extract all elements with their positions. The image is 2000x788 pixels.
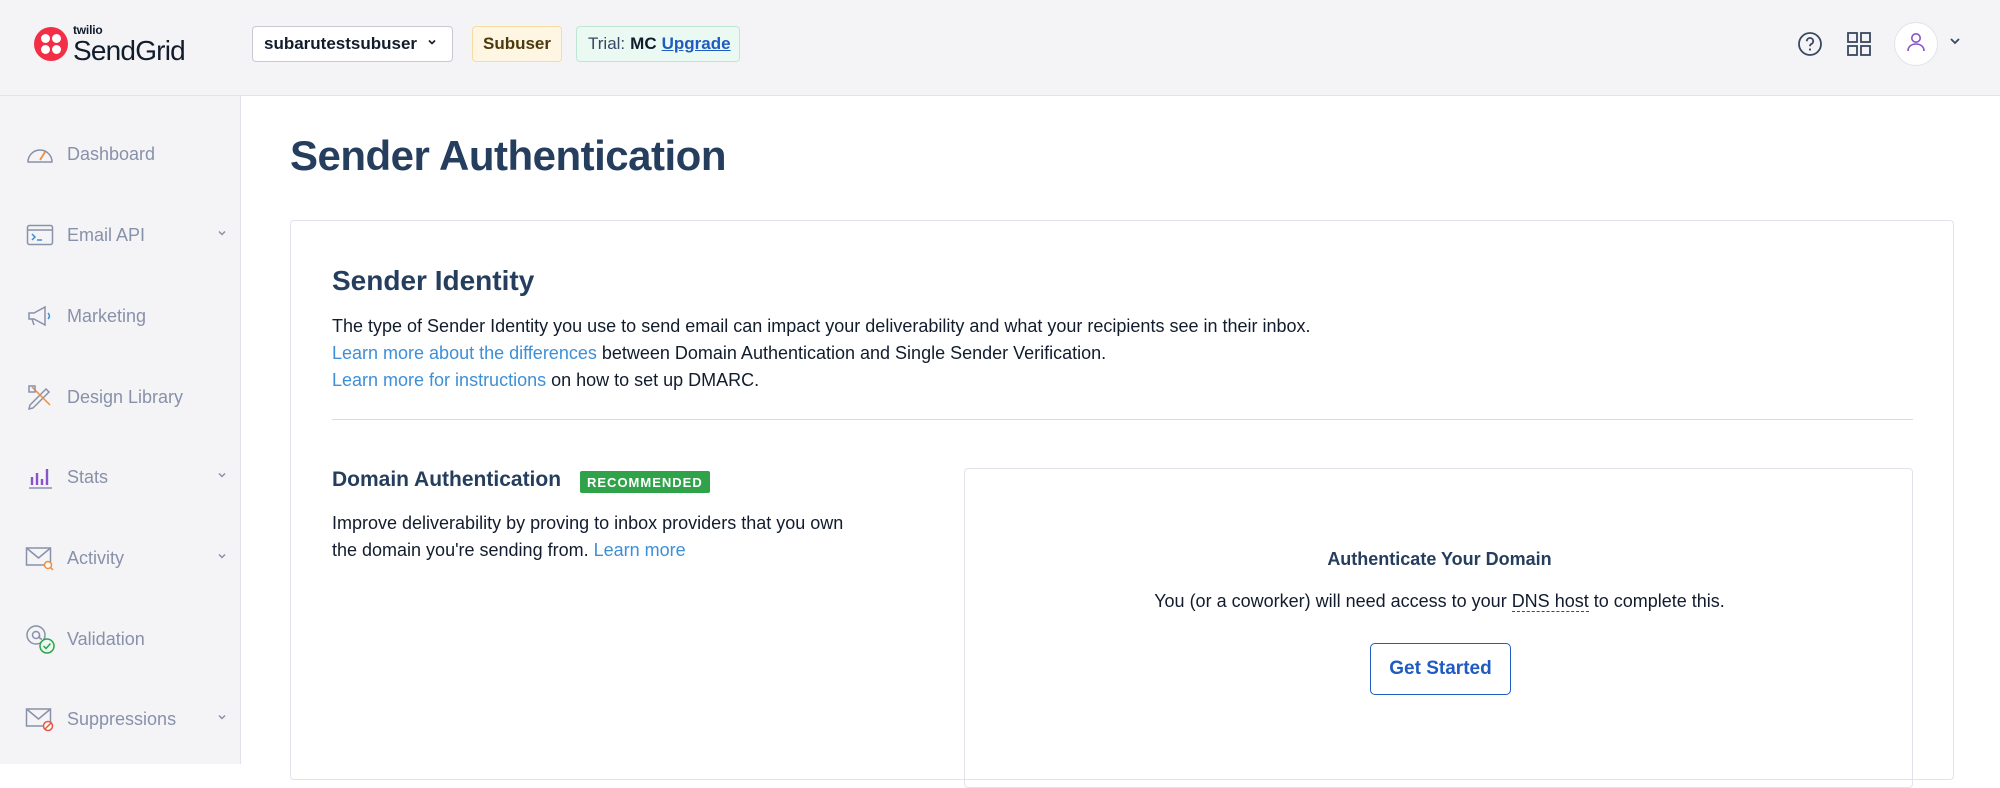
sidebar-item-dashboard[interactable]: Dashboard [0,124,240,184]
intro-line-2: Learn more about the differences between… [332,340,1311,367]
email-api-icon [24,219,56,251]
trial-badge: Trial: MC Upgrade [576,26,740,62]
sidebar-item-label: Activity [67,547,125,568]
recommended-badge: RECOMMENDED [580,471,710,493]
sidebar-item-stats[interactable]: Stats [0,447,240,507]
chevron-down-icon [216,468,228,486]
auth-sub-before: You (or a coworker) will need access to … [1154,591,1512,611]
upgrade-link[interactable]: Upgrade [662,34,731,54]
domain-authentication-description: Improve deliverability by proving to inb… [332,510,852,564]
app-switcher-icon[interactable] [1843,28,1875,60]
chevron-down-icon[interactable] [1948,34,1962,53]
page-title: Sender Authentication [290,132,726,179]
design-icon [24,381,56,413]
twilio-logo-icon [34,27,68,61]
sender-identity-card: Sender Identity The type of Sender Ident… [290,220,1954,788]
sidebar-item-label: Email API [67,224,146,245]
chevron-down-icon [216,710,228,728]
authenticate-domain-title: Authenticate Your Domain [1327,549,1552,569]
stats-icon [24,461,56,493]
sidebar-item-label: Design Library [67,386,184,407]
sender-identity-intro: The type of Sender Identity you use to s… [332,313,1311,394]
chevron-down-icon [426,36,438,51]
intro-line-2-text: between Domain Authentication and Single… [596,343,1107,363]
get-started-button[interactable]: Get Started [1370,643,1511,695]
trial-label: Trial: [588,34,626,53]
divider [332,419,1913,420]
user-icon [1905,31,1927,58]
help-icon[interactable] [1794,28,1826,60]
auth-sub-after: to complete this. [1588,591,1725,611]
sidebar-item-label: Stats [67,466,109,487]
learn-more-link[interactable]: Learn more [594,540,686,560]
user-avatar[interactable] [1894,22,1938,66]
sidebar: Dashboard Email API Marketing Design Lib… [0,96,241,764]
account-name: subarutestsubuser [264,34,418,53]
chevron-down-icon [216,549,228,567]
domain-authentication-title: Domain Authentication [332,468,562,491]
megaphone-icon [24,300,56,332]
sidebar-item-label: Dashboard [67,143,156,164]
sidebar-item-suppressions[interactable]: Suppressions [0,689,240,749]
intro-line-3-text: on how to set up DMARC. [546,370,760,390]
authenticate-domain-box: Authenticate Your Domain You (or a cowor… [964,468,1913,788]
intro-line-3: Learn more for instructions on how to se… [332,367,1311,394]
domain-desc-text: Improve deliverability by proving to inb… [332,513,844,560]
sidebar-item-label: Marketing [67,305,147,326]
dashboard-icon [24,138,56,170]
sidebar-item-activity[interactable]: Activity [0,528,240,588]
sidebar-item-marketing[interactable]: Marketing [0,286,240,346]
logo-twilio-text: twilio [73,22,103,37]
chevron-down-icon [216,226,228,244]
suppressions-icon [24,703,56,735]
sidebar-item-label: Suppressions [67,708,177,729]
sidebar-item-email-api[interactable]: Email API [0,205,240,265]
section-title: Sender Identity [332,265,535,296]
account-selector[interactable]: subarutestsubuser [252,26,453,62]
sidebar-item-validation[interactable]: Validation [0,609,240,669]
top-bar: twilio SendGrid subarutestsubuser Subuse… [0,0,2000,96]
learn-instructions-link[interactable]: Learn more for instructions [332,370,546,390]
dns-host-tooltip[interactable]: DNS host [1511,591,1589,612]
sidebar-item-label: Validation [67,628,145,649]
authenticate-domain-subtitle: You (or a coworker) will need access to … [965,591,1914,612]
sidebar-item-design-library[interactable]: Design Library [0,367,240,427]
sendgrid-logo[interactable]: twilio SendGrid [34,22,186,66]
intro-line-1: The type of Sender Identity you use to s… [332,316,1311,336]
logo-sendgrid-text: SendGrid [73,34,186,66]
activity-icon [24,542,56,574]
subuser-badge: Subuser [472,26,562,62]
validation-icon [24,623,56,655]
trial-plan: MC [630,34,657,53]
learn-differences-link[interactable]: Learn more about the differences [332,343,597,363]
